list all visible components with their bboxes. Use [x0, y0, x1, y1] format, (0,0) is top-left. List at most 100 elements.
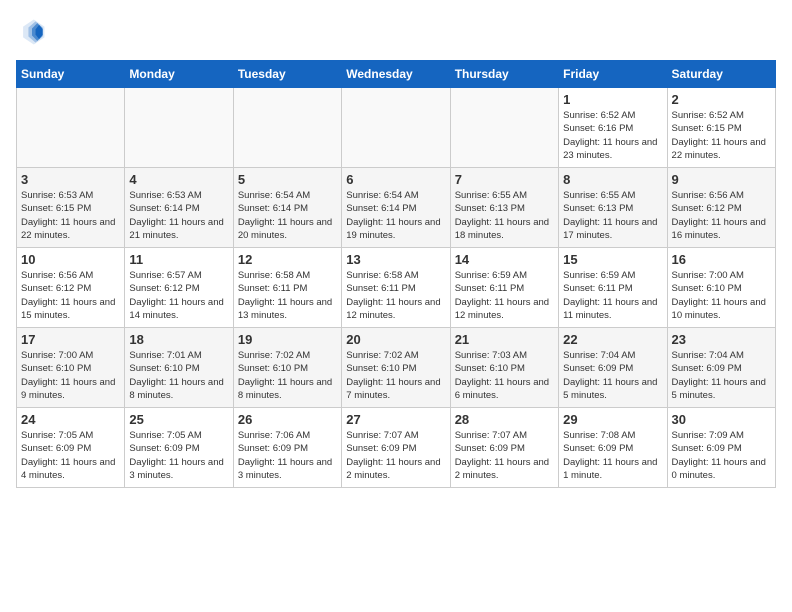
- day-info: Sunrise: 7:05 AM Sunset: 6:09 PM Dayligh…: [21, 429, 120, 482]
- calendar-cell: 18Sunrise: 7:01 AM Sunset: 6:10 PM Dayli…: [125, 328, 233, 408]
- day-info: Sunrise: 6:59 AM Sunset: 6:11 PM Dayligh…: [455, 269, 554, 322]
- calendar-week-5: 24 Sunrise: 7:05 AM Sunset: 6:09 PM Dayli…: [17, 408, 776, 488]
- calendar-cell: 2 Sunrise: 6:52 AM Sunset: 6:15 PM Daylig…: [667, 88, 775, 168]
- day-number: 1: [563, 92, 662, 107]
- calendar-cell: 4Sunrise: 6:53 AM Sunset: 6:14 PM Daylig…: [125, 168, 233, 248]
- calendar-cell: [125, 88, 233, 168]
- calendar-cell: 27 Sunrise: 7:07 AM Sunset: 6:09 PM Dayli…: [342, 408, 450, 488]
- day-info: Sunrise: 7:07 AM Sunset: 6:09 PM Dayligh…: [346, 429, 445, 482]
- day-number: 6: [346, 172, 445, 187]
- day-info: Sunrise: 7:04 AM Sunset: 6:09 PM Dayligh…: [563, 349, 662, 402]
- day-number: 9: [672, 172, 771, 187]
- day-info: Sunrise: 7:02 AM Sunset: 6:10 PM Dayligh…: [346, 349, 445, 402]
- day-number: 24: [21, 412, 120, 427]
- day-number: 16: [672, 252, 771, 267]
- calendar-cell: 24 Sunrise: 7:05 AM Sunset: 6:09 PM Dayli…: [17, 408, 125, 488]
- day-info: Sunrise: 7:02 AM Sunset: 6:10 PM Dayligh…: [238, 349, 337, 402]
- calendar-week-2: 3 Sunrise: 6:53 AM Sunset: 6:15 PM Daylig…: [17, 168, 776, 248]
- calendar-cell: 22 Sunrise: 7:04 AM Sunset: 6:09 PM Dayli…: [559, 328, 667, 408]
- day-info: Sunrise: 6:53 AM Sunset: 6:15 PM Dayligh…: [21, 189, 120, 242]
- day-number: 22: [563, 332, 662, 347]
- day-info: Sunrise: 6:52 AM Sunset: 6:15 PM Dayligh…: [672, 109, 771, 162]
- day-info: Sunrise: 6:58 AM Sunset: 6:11 PM Dayligh…: [346, 269, 445, 322]
- calendar-cell: 16Sunrise: 7:00 AM Sunset: 6:10 PM Dayli…: [667, 248, 775, 328]
- page-header: [16, 16, 776, 48]
- day-number: 11: [129, 252, 228, 267]
- day-info: Sunrise: 6:56 AM Sunset: 6:12 PM Dayligh…: [672, 189, 771, 242]
- weekday-header-tuesday: Tuesday: [233, 61, 341, 88]
- weekday-header-monday: Monday: [125, 61, 233, 88]
- calendar-cell: 6 Sunrise: 6:54 AM Sunset: 6:14 PM Daylig…: [342, 168, 450, 248]
- day-number: 20: [346, 332, 445, 347]
- calendar-cell: [17, 88, 125, 168]
- day-number: 30: [672, 412, 771, 427]
- day-info: Sunrise: 7:03 AM Sunset: 6:10 PM Dayligh…: [455, 349, 554, 402]
- day-info: Sunrise: 6:56 AM Sunset: 6:12 PM Dayligh…: [21, 269, 120, 322]
- day-number: 29: [563, 412, 662, 427]
- calendar-header-row: SundayMondayTuesdayWednesdayThursdayFrid…: [17, 61, 776, 88]
- day-number: 10: [21, 252, 120, 267]
- calendar-week-1: 1 Sunrise: 6:52 AM Sunset: 6:16 PM Daylig…: [17, 88, 776, 168]
- day-number: 23: [672, 332, 771, 347]
- day-info: Sunrise: 6:59 AM Sunset: 6:11 PM Dayligh…: [563, 269, 662, 322]
- day-info: Sunrise: 6:54 AM Sunset: 6:14 PM Dayligh…: [346, 189, 445, 242]
- logo-icon: [16, 16, 48, 48]
- day-number: 17: [21, 332, 120, 347]
- day-info: Sunrise: 6:58 AM Sunset: 6:11 PM Dayligh…: [238, 269, 337, 322]
- weekday-header-saturday: Saturday: [667, 61, 775, 88]
- calendar-cell: 9 Sunrise: 6:56 AM Sunset: 6:12 PM Daylig…: [667, 168, 775, 248]
- day-number: 8: [563, 172, 662, 187]
- calendar-cell: 28 Sunrise: 7:07 AM Sunset: 6:09 PM Dayli…: [450, 408, 558, 488]
- weekday-header-sunday: Sunday: [17, 61, 125, 88]
- day-info: Sunrise: 7:04 AM Sunset: 6:09 PM Dayligh…: [672, 349, 771, 402]
- calendar-cell: 13 Sunrise: 6:58 AM Sunset: 6:11 PM Dayli…: [342, 248, 450, 328]
- calendar-cell: 1 Sunrise: 6:52 AM Sunset: 6:16 PM Daylig…: [559, 88, 667, 168]
- calendar-cell: 10 Sunrise: 6:56 AM Sunset: 6:12 PM Dayli…: [17, 248, 125, 328]
- day-number: 19: [238, 332, 337, 347]
- calendar-week-3: 10 Sunrise: 6:56 AM Sunset: 6:12 PM Dayli…: [17, 248, 776, 328]
- day-info: Sunrise: 6:52 AM Sunset: 6:16 PM Dayligh…: [563, 109, 662, 162]
- day-number: 21: [455, 332, 554, 347]
- day-number: 5: [238, 172, 337, 187]
- calendar-cell: 30 Sunrise: 7:09 AM Sunset: 6:09 PM Dayli…: [667, 408, 775, 488]
- day-info: Sunrise: 7:09 AM Sunset: 6:09 PM Dayligh…: [672, 429, 771, 482]
- calendar-cell: 23 Sunrise: 7:04 AM Sunset: 6:09 PM Dayli…: [667, 328, 775, 408]
- calendar-cell: 17 Sunrise: 7:00 AM Sunset: 6:10 PM Dayli…: [17, 328, 125, 408]
- day-number: 12: [238, 252, 337, 267]
- day-info: Sunrise: 6:55 AM Sunset: 6:13 PM Dayligh…: [455, 189, 554, 242]
- calendar-cell: 8 Sunrise: 6:55 AM Sunset: 6:13 PM Daylig…: [559, 168, 667, 248]
- day-number: 13: [346, 252, 445, 267]
- day-number: 26: [238, 412, 337, 427]
- calendar-cell: 20 Sunrise: 7:02 AM Sunset: 6:10 PM Dayli…: [342, 328, 450, 408]
- day-number: 14: [455, 252, 554, 267]
- day-number: 27: [346, 412, 445, 427]
- calendar-cell: 11Sunrise: 6:57 AM Sunset: 6:12 PM Dayli…: [125, 248, 233, 328]
- day-info: Sunrise: 6:53 AM Sunset: 6:14 PM Dayligh…: [129, 189, 228, 242]
- calendar-cell: [342, 88, 450, 168]
- day-info: Sunrise: 7:08 AM Sunset: 6:09 PM Dayligh…: [563, 429, 662, 482]
- calendar-cell: 21 Sunrise: 7:03 AM Sunset: 6:10 PM Dayli…: [450, 328, 558, 408]
- logo: [16, 16, 52, 48]
- day-number: 3: [21, 172, 120, 187]
- calendar-cell: 25Sunrise: 7:05 AM Sunset: 6:09 PM Dayli…: [125, 408, 233, 488]
- calendar-cell: 29 Sunrise: 7:08 AM Sunset: 6:09 PM Dayli…: [559, 408, 667, 488]
- calendar-cell: 12 Sunrise: 6:58 AM Sunset: 6:11 PM Dayli…: [233, 248, 341, 328]
- calendar-cell: 26Sunrise: 7:06 AM Sunset: 6:09 PM Dayli…: [233, 408, 341, 488]
- calendar-cell: 15Sunrise: 6:59 AM Sunset: 6:11 PM Dayli…: [559, 248, 667, 328]
- day-info: Sunrise: 7:07 AM Sunset: 6:09 PM Dayligh…: [455, 429, 554, 482]
- day-number: 28: [455, 412, 554, 427]
- calendar-cell: 7 Sunrise: 6:55 AM Sunset: 6:13 PM Daylig…: [450, 168, 558, 248]
- day-number: 25: [129, 412, 228, 427]
- calendar-cell: [233, 88, 341, 168]
- day-info: Sunrise: 6:55 AM Sunset: 6:13 PM Dayligh…: [563, 189, 662, 242]
- day-number: 7: [455, 172, 554, 187]
- day-info: Sunrise: 7:00 AM Sunset: 6:10 PM Dayligh…: [21, 349, 120, 402]
- calendar-cell: 5 Sunrise: 6:54 AM Sunset: 6:14 PM Daylig…: [233, 168, 341, 248]
- calendar-cell: [450, 88, 558, 168]
- calendar-table: SundayMondayTuesdayWednesdayThursdayFrid…: [16, 60, 776, 488]
- day-number: 2: [672, 92, 771, 107]
- weekday-header-friday: Friday: [559, 61, 667, 88]
- calendar-cell: 3 Sunrise: 6:53 AM Sunset: 6:15 PM Daylig…: [17, 168, 125, 248]
- calendar-week-4: 17 Sunrise: 7:00 AM Sunset: 6:10 PM Dayli…: [17, 328, 776, 408]
- day-info: Sunrise: 6:54 AM Sunset: 6:14 PM Dayligh…: [238, 189, 337, 242]
